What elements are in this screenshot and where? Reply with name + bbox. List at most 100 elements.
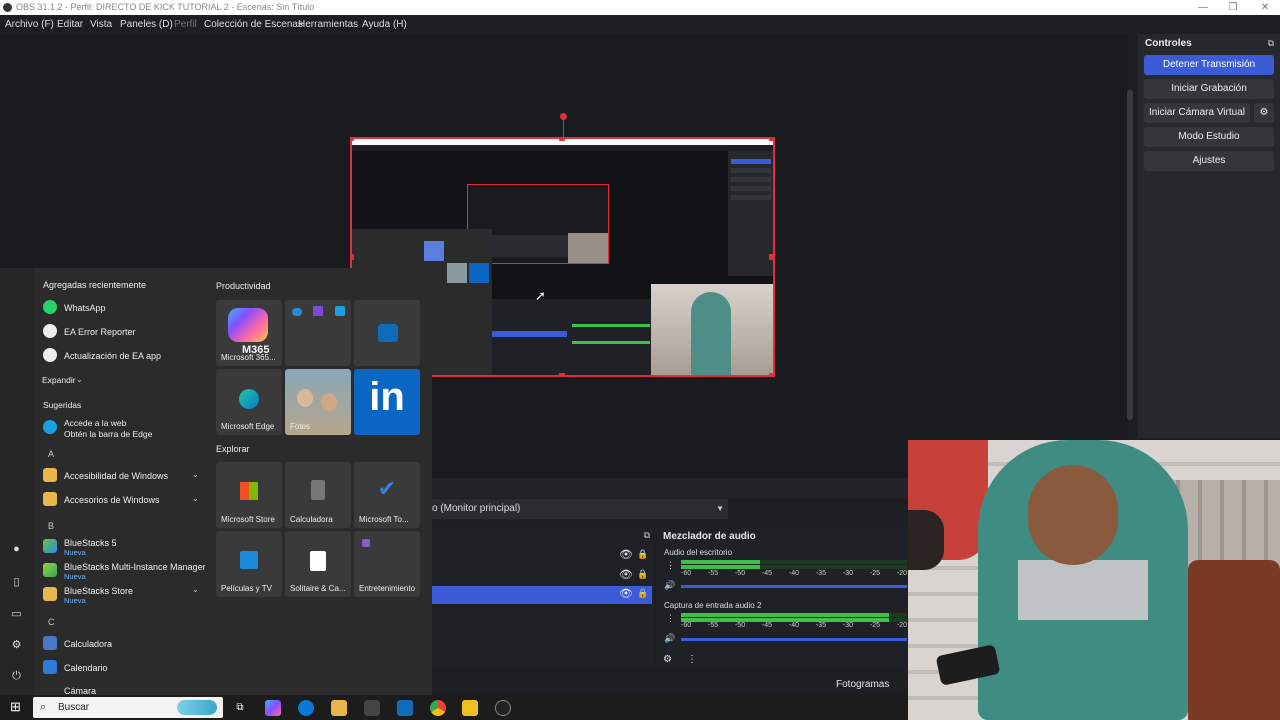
- menu-paneles[interactable]: Paneles (D): [120, 15, 173, 34]
- kebab-menu-icon[interactable]: ⋮: [687, 654, 697, 665]
- undock-icon[interactable]: ⧉: [644, 530, 650, 541]
- copilot-icon[interactable]: [265, 700, 281, 716]
- obs-icon[interactable]: [495, 700, 511, 716]
- app-whatsapp[interactable]: WhatsApp: [64, 303, 106, 313]
- tile-outlook[interactable]: [354, 300, 420, 366]
- app-bluestacks5[interactable]: BlueStacks 5: [64, 538, 117, 548]
- speaker-icon[interactable]: 🔊: [664, 633, 675, 644]
- kick-app-icon[interactable]: [462, 700, 478, 716]
- gear-icon[interactable]: ⚙: [1254, 103, 1274, 123]
- search-box[interactable]: ⌕ Buscar: [33, 697, 223, 718]
- kebab-menu-icon[interactable]: ⋮: [666, 560, 675, 571]
- letter-header[interactable]: C: [48, 617, 55, 627]
- document-icon[interactable]: ▯: [10, 575, 23, 588]
- tile-calculadora[interactable]: Calculadora: [285, 462, 351, 528]
- app-ea-error-reporter[interactable]: EA Error Reporter: [64, 327, 136, 337]
- volume-fader[interactable]: [681, 638, 907, 641]
- title-bar: OBS 31.1.2 - Perfil: DIRECTO DE KICK TUT…: [0, 0, 1280, 15]
- close-icon[interactable]: ✕: [1250, 0, 1280, 15]
- menu-coleccion-escenas[interactable]: Colección de Escenas: [204, 15, 303, 34]
- app-bluestacks-store[interactable]: BlueStacks Store: [64, 586, 133, 596]
- resize-handle[interactable]: [559, 373, 565, 375]
- tile-store[interactable]: Microsoft Store: [216, 462, 282, 528]
- tile-todo[interactable]: ✔ Microsoft To...: [354, 462, 420, 528]
- kebab-menu-icon[interactable]: ⋮: [666, 613, 675, 624]
- lock-icon[interactable]: 🔒: [637, 549, 648, 560]
- store-icon: [240, 482, 258, 500]
- volume-fader[interactable]: [681, 585, 907, 588]
- source-row-selected[interactable]: 👁 🔒: [432, 586, 652, 604]
- lock-icon[interactable]: 🔒: [637, 569, 648, 580]
- app-accesibilidad[interactable]: Accesibilidad de Windows: [64, 471, 168, 481]
- new-badge: Nueva: [64, 596, 86, 605]
- tile-entretenimiento[interactable]: Entretenimiento: [354, 531, 420, 597]
- minimize-icon[interactable]: —: [1188, 0, 1218, 15]
- bluestacks-multi-icon: [43, 563, 57, 577]
- outlook-icon[interactable]: [397, 700, 413, 716]
- task-view-icon[interactable]: ⧉: [232, 700, 248, 716]
- gear-icon[interactable]: ⚙: [663, 654, 672, 665]
- restore-icon[interactable]: ❐: [1218, 0, 1248, 15]
- search-input[interactable]: Buscar: [58, 697, 89, 718]
- menu-vista[interactable]: Vista: [90, 15, 112, 34]
- windows-start-icon[interactable]: ⊞: [10, 700, 24, 714]
- tile-solitaire[interactable]: Solitaire & Ca...: [285, 531, 351, 597]
- studio-mode-button[interactable]: Modo Estudio: [1144, 127, 1274, 147]
- rotation-handle[interactable]: [560, 113, 567, 120]
- tile-m365[interactable]: M365 Microsoft 365...: [216, 300, 282, 366]
- lock-icon[interactable]: 🔒: [637, 588, 648, 599]
- ea-icon: [43, 348, 57, 362]
- preview-scrollbar[interactable]: [1127, 90, 1133, 420]
- source-row[interactable]: 👁 🔒: [432, 567, 652, 585]
- expand-button[interactable]: Expandir: [42, 375, 76, 385]
- menu-ayuda[interactable]: Ayuda (H): [362, 15, 407, 34]
- menu-archivo[interactable]: Archivo (F): [5, 15, 54, 34]
- monitor-select[interactable]: o (Monitor principal) ▼: [432, 499, 728, 519]
- suggested-line2[interactable]: Obtén la barra de Edge: [64, 429, 152, 439]
- tile-edge[interactable]: Microsoft Edge: [216, 369, 282, 435]
- file-explorer-icon[interactable]: [331, 700, 347, 716]
- start-virtual-cam-button[interactable]: Iniciar Cámara Virtual: [1144, 103, 1250, 123]
- resize-handle[interactable]: [769, 254, 773, 260]
- pictures-icon[interactable]: ▭: [10, 607, 23, 620]
- settings-button[interactable]: Ajustes: [1144, 151, 1274, 171]
- whatsapp-icon: [43, 300, 57, 314]
- app-ea-update[interactable]: Actualización de EA app: [64, 351, 161, 361]
- undock-icon[interactable]: ⧉: [1268, 38, 1274, 49]
- resize-handle[interactable]: [352, 139, 354, 141]
- chevron-down-icon: ⌄: [76, 375, 83, 384]
- resize-handle[interactable]: [352, 254, 354, 260]
- settings-gear-icon[interactable]: ⚙: [10, 638, 23, 651]
- power-icon[interactable]: ⏻: [10, 670, 23, 683]
- app-calendario[interactable]: Calendario: [64, 663, 108, 673]
- stop-stream-button[interactable]: Detener Transmisión: [1144, 55, 1274, 75]
- resize-handle[interactable]: [769, 139, 773, 141]
- eye-icon[interactable]: 👁: [619, 568, 633, 581]
- resize-handle[interactable]: [769, 373, 773, 375]
- eye-icon[interactable]: 👁: [619, 587, 633, 600]
- app-calculadora[interactable]: Calculadora: [64, 639, 112, 649]
- eye-icon[interactable]: 👁: [619, 548, 633, 561]
- tile-peliculas[interactable]: Películas y TV: [216, 531, 282, 597]
- suggested-line1[interactable]: Accede a la web: [64, 418, 126, 428]
- tile-office-group[interactable]: [285, 300, 351, 366]
- resize-handle[interactable]: [559, 139, 565, 141]
- calendar-icon: [43, 660, 57, 674]
- menu-perfil[interactable]: Perfil: [174, 15, 197, 34]
- edge-icon[interactable]: [298, 700, 314, 716]
- letter-header[interactable]: B: [48, 521, 54, 531]
- new-badge: Nueva: [64, 572, 86, 581]
- store-icon[interactable]: [364, 700, 380, 716]
- app-bluestacks-multi[interactable]: BlueStacks Multi-Instance Manager: [64, 562, 206, 572]
- speaker-icon[interactable]: 🔊: [664, 580, 675, 591]
- source-row[interactable]: 👁 🔒: [432, 547, 652, 565]
- tile-linkedin[interactable]: in: [354, 369, 420, 435]
- start-recording-button[interactable]: Iniciar Grabación: [1144, 79, 1274, 99]
- menu-editar[interactable]: Editar: [57, 15, 83, 34]
- tile-fotos[interactable]: Fotos: [285, 369, 351, 435]
- chrome-icon[interactable]: [430, 700, 446, 716]
- menu-herramientas[interactable]: Herramientas: [298, 15, 358, 34]
- letter-header[interactable]: A: [48, 449, 54, 459]
- app-accesorios[interactable]: Accesorios de Windows: [64, 495, 160, 505]
- user-icon[interactable]: ●: [10, 543, 23, 556]
